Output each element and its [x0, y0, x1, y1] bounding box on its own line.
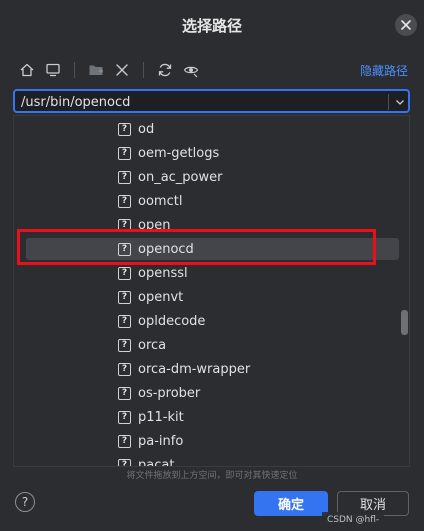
path-input[interactable]	[21, 93, 381, 111]
path-field	[13, 89, 410, 113]
tree-item[interactable]: ? pacat	[26, 454, 399, 467]
tree-item[interactable]: ? os-prober	[26, 382, 399, 404]
tree-item-label: pa-info	[138, 433, 184, 449]
tree-item-label: p11-kit	[138, 409, 184, 425]
new-folder-icon	[89, 65, 103, 75]
file-tree[interactable]: ? od? oem-getlogs? on_ac_power? oomctl? open?…	[13, 115, 410, 467]
tree-item[interactable]: ? oomctl	[26, 190, 399, 212]
tree-item[interactable]: ? od	[26, 118, 399, 140]
tree-item-label: opldecode	[138, 313, 206, 329]
unknown-file-icon: ?	[118, 170, 131, 184]
tree-item-label: orca-dm-wrapper	[138, 361, 251, 377]
refresh-icon	[158, 63, 172, 77]
unknown-file-icon: ?	[118, 410, 131, 424]
unknown-file-icon: ?	[118, 434, 131, 448]
refresh-button[interactable]	[156, 61, 174, 79]
tree-item-label: openvt	[138, 289, 184, 305]
csdn-watermark: CSDN @hfl-	[322, 512, 385, 528]
dialog-title: 选择路径	[181, 17, 242, 35]
tree-item[interactable]: ? pa-info	[26, 430, 399, 452]
unknown-file-icon: ?	[118, 194, 131, 208]
tree-item-label: on_ac_power	[138, 169, 223, 185]
tree-item[interactable]: ? p11-kit	[26, 406, 399, 428]
tree-item-label: openocd	[138, 241, 194, 257]
toolbar-separator	[143, 62, 144, 78]
tree-item-label: oem-getlogs	[138, 145, 220, 161]
tree-item[interactable]: ? orca	[26, 334, 399, 356]
tree-item[interactable]: ? openvt	[26, 286, 399, 308]
tree-item[interactable]: ? opldecode	[26, 310, 399, 332]
path-dropdown-separator	[388, 94, 389, 110]
tree-scrollbar-thumb[interactable]	[401, 310, 408, 335]
tree-item-label: orca	[138, 337, 167, 353]
unknown-file-icon: ?	[118, 362, 131, 376]
tree-item[interactable]: ? on_ac_power	[26, 166, 399, 188]
question-icon: ?	[21, 495, 29, 509]
show-hidden-button[interactable]	[182, 61, 200, 79]
hide-path-link[interactable]: 隐藏路径	[360, 62, 408, 79]
tree-item[interactable]: ? openssl	[26, 262, 399, 284]
path-history-dropdown[interactable]	[393, 95, 407, 109]
tree-item-label: openssl	[138, 265, 188, 281]
unknown-file-icon: ?	[118, 314, 131, 328]
unknown-file-icon: ?	[118, 242, 131, 256]
home-button[interactable]	[18, 61, 36, 79]
show-hidden-icon	[183, 66, 199, 78]
unknown-file-icon: ?	[118, 290, 131, 304]
chevron-down-icon	[396, 100, 404, 105]
toolbar	[18, 58, 200, 82]
unknown-file-icon: ?	[118, 266, 131, 280]
ok-button[interactable]: 确定	[254, 491, 328, 516]
tree-item[interactable]: ? oem-getlogs	[26, 142, 399, 164]
unknown-file-icon: ?	[118, 218, 131, 232]
tree-item[interactable]: ? openocd	[26, 238, 399, 260]
tree-item[interactable]: ? orca-dm-wrapper	[26, 358, 399, 380]
toolbar-separator	[74, 62, 75, 78]
unknown-file-icon: ?	[118, 122, 131, 136]
delete-button[interactable]	[113, 61, 131, 79]
tree-item[interactable]: ? open	[26, 214, 399, 236]
home-icon	[20, 63, 34, 77]
desktop-icon	[46, 63, 60, 77]
new-folder-button[interactable]	[87, 61, 105, 79]
tree-item-label: os-prober	[138, 385, 201, 401]
unknown-file-icon: ?	[118, 146, 131, 160]
close-button[interactable]	[395, 14, 417, 36]
delete-icon	[116, 64, 128, 76]
tree-item-label: open	[138, 217, 171, 233]
unknown-file-icon: ?	[118, 338, 131, 352]
help-button[interactable]: ?	[15, 492, 35, 512]
title-bar: 选择路径	[0, 0, 424, 52]
unknown-file-icon: ?	[118, 458, 131, 466]
tree-item-label: oomctl	[138, 193, 183, 209]
tree-item-label: pacat	[138, 457, 175, 467]
unknown-file-icon: ?	[118, 386, 131, 400]
desktop-button[interactable]	[44, 61, 62, 79]
tree-item-label: od	[138, 121, 155, 137]
close-icon	[401, 20, 411, 30]
drop-hint: 将文件拖放到上方空间，即可对其快速定位	[126, 471, 298, 481]
